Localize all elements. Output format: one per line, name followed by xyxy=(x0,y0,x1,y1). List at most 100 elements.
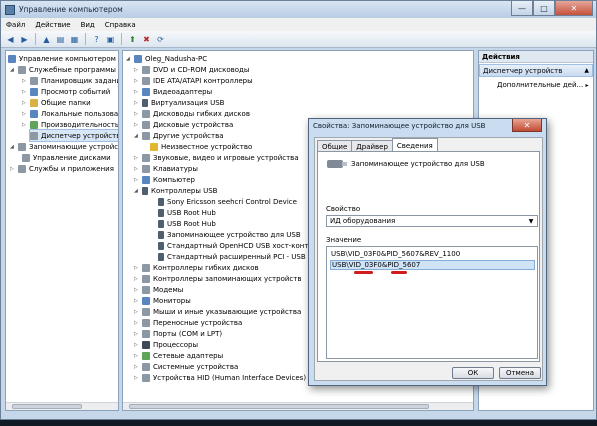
expand-icon[interactable]: ▷ xyxy=(134,298,140,304)
expand-icon[interactable]: ▷ xyxy=(134,67,140,73)
device-category[interactable]: ▷ Мыши и иные указывающие устройства xyxy=(134,306,301,317)
device-category[interactable]: ▷ Видеоадаптеры xyxy=(134,86,212,97)
up-folder-icon[interactable]: ▲ xyxy=(41,34,52,45)
device-item[interactable]: Sony Ericsson seehcri Control Device xyxy=(158,196,297,207)
device-category[interactable]: ▷ DVD и CD-ROM дисководы xyxy=(134,64,249,75)
expand-icon[interactable]: ▷ xyxy=(22,89,28,95)
device-category[interactable]: ▷ Модемы xyxy=(134,284,183,295)
device-root[interactable]: ◢ Oleg_Nadusha-PC xyxy=(126,53,207,64)
value-list[interactable]: USB\VID_03F0&PID_5607&REV_1100 USB\VID_0… xyxy=(326,246,538,359)
collapse-icon[interactable]: ◢ xyxy=(134,133,140,139)
actions-section-device-manager[interactable]: Диспетчер устройств ▲ xyxy=(479,64,593,77)
device-category[interactable]: ▷ Дисководы гибких дисков xyxy=(134,108,250,119)
expand-icon[interactable]: ▷ xyxy=(134,320,140,326)
more-actions-link[interactable]: Дополнительные дей... ▸ xyxy=(497,81,588,89)
collapse-icon[interactable]: ◢ xyxy=(126,56,132,62)
device-category[interactable]: ▷ Мониторы xyxy=(134,295,191,306)
properties-icon[interactable]: ▦ xyxy=(69,34,80,45)
device-item[interactable]: Неизвестное устройство xyxy=(150,141,252,152)
tree-item-task-scheduler[interactable]: ▷ Планировщик задани xyxy=(22,75,118,86)
expand-icon[interactable]: ▷ xyxy=(134,309,140,315)
dialog-close-button[interactable]: ✕ xyxy=(512,119,542,132)
scroll-thumb[interactable] xyxy=(129,404,429,409)
menu-file[interactable]: Файл xyxy=(1,21,30,29)
scan-hardware-icon[interactable]: ⟳ xyxy=(155,34,166,45)
expand-icon[interactable]: ▷ xyxy=(134,122,140,128)
update-driver-icon[interactable]: ⬆ xyxy=(127,34,138,45)
collapse-icon[interactable]: ◢ xyxy=(10,144,16,150)
expand-icon[interactable]: ▷ xyxy=(134,155,140,161)
tree-item-performance[interactable]: ▷ Производительность xyxy=(22,119,118,130)
back-icon[interactable]: ◀ xyxy=(5,34,16,45)
tree-item-services[interactable]: ▷ Службы и приложения xyxy=(10,163,114,174)
device-category[interactable]: ▷ Клавиатуры xyxy=(134,163,198,174)
forward-icon[interactable]: ▶ xyxy=(19,34,30,45)
device-category[interactable]: ◢ Другие устройства xyxy=(134,130,224,141)
device-category[interactable]: ▷ Компьютер xyxy=(134,174,195,185)
uninstall-icon[interactable]: ✖ xyxy=(141,34,152,45)
device-category[interactable]: ▷ Процессоры xyxy=(134,339,198,350)
collapse-icon[interactable]: ▲ xyxy=(584,67,589,74)
device-category[interactable]: ◢ Контроллеры USB xyxy=(134,185,217,196)
tree-item-storage[interactable]: ◢ Запоминающие устройст xyxy=(10,141,118,152)
expand-icon[interactable]: ▷ xyxy=(22,122,28,128)
expand-icon[interactable]: ▷ xyxy=(134,166,140,172)
device-item[interactable]: Стандартный расширенный PCI - USB хост xyxy=(158,251,324,262)
tree-item-computer-management[interactable]: Управление компьютером (л xyxy=(8,53,118,64)
device-category[interactable]: ▷ Переносные устройства xyxy=(134,317,242,328)
device-category[interactable]: ▷ Сетевые адаптеры xyxy=(134,350,223,361)
device-item[interactable]: USB Root Hub xyxy=(158,218,216,229)
device-category[interactable]: ▷ IDE ATA/ATAPI контроллеры xyxy=(134,75,253,86)
expand-icon[interactable]: ▷ xyxy=(22,78,28,84)
device-item[interactable]: Стандартный OpenHCD USB хост-контролл xyxy=(158,240,326,251)
cancel-button[interactable]: Отмена xyxy=(499,367,541,379)
horizontal-scrollbar[interactable] xyxy=(6,402,118,410)
tab-details[interactable]: Сведения xyxy=(391,138,438,152)
device-category[interactable]: ▷ Контроллеры гибких дисков xyxy=(134,262,259,273)
help-icon[interactable]: ? xyxy=(91,34,102,45)
expand-icon[interactable]: ▷ xyxy=(134,375,140,381)
tree-item-system-tools[interactable]: ◢ Служебные программы xyxy=(10,64,116,75)
expand-icon[interactable]: ▷ xyxy=(134,353,140,359)
collapse-icon[interactable]: ◢ xyxy=(10,67,16,73)
expand-icon[interactable]: ▷ xyxy=(134,78,140,84)
device-category[interactable]: ▷ Системные устройства xyxy=(134,361,238,372)
show-tree-icon[interactable]: ▤ xyxy=(55,34,66,45)
horizontal-scrollbar[interactable] xyxy=(123,402,473,410)
expand-icon[interactable]: ▷ xyxy=(134,89,140,95)
expand-icon[interactable]: ▷ xyxy=(134,331,140,337)
expand-icon[interactable]: ▷ xyxy=(22,100,28,106)
list-item-selected[interactable]: USB\VID_03F0&PID_5607 xyxy=(330,260,535,270)
chevron-down-icon[interactable]: ▼ xyxy=(526,217,536,225)
expand-icon[interactable]: ▷ xyxy=(134,100,140,106)
tree-item-shared-folders[interactable]: ▷ Общие папки xyxy=(22,97,91,108)
expand-icon[interactable]: ▷ xyxy=(134,111,140,117)
expand-icon[interactable]: ▷ xyxy=(22,111,28,117)
list-item[interactable]: USB\VID_03F0&PID_5607&REV_1100 xyxy=(330,249,535,259)
maximize-button[interactable]: □ xyxy=(533,1,555,16)
expand-icon[interactable]: ▷ xyxy=(10,166,16,172)
property-select[interactable]: ИД оборудования ▼ xyxy=(326,215,538,227)
device-category[interactable]: ▷ Устройства HID (Human Interface Devices… xyxy=(134,372,306,383)
device-category[interactable]: ▷ Порты (COM и LPT) xyxy=(134,328,222,339)
minimize-button[interactable]: — xyxy=(511,1,533,16)
menu-action[interactable]: Действие xyxy=(30,21,75,29)
ok-button[interactable]: ОК xyxy=(452,367,494,379)
tree-item-event-viewer[interactable]: ▷ Просмотр событий xyxy=(22,86,110,97)
collapse-icon[interactable]: ◢ xyxy=(134,188,140,194)
expand-icon[interactable]: ▷ xyxy=(134,177,140,183)
scroll-thumb[interactable] xyxy=(12,404,82,409)
device-item[interactable]: USB Root Hub xyxy=(158,207,216,218)
expand-icon[interactable]: ▷ xyxy=(134,265,140,271)
device-category[interactable]: ▷ Звуковые, видео и игровые устройства xyxy=(134,152,299,163)
device-category[interactable]: ▷ Контроллеры запоминающих устройств xyxy=(134,273,301,284)
expand-icon[interactable]: ▷ xyxy=(134,364,140,370)
device-category[interactable]: ▷ Дисковые устройства xyxy=(134,119,233,130)
expand-icon[interactable]: ▷ xyxy=(134,287,140,293)
menu-view[interactable]: Вид xyxy=(76,21,100,29)
device-item[interactable]: Запоминающее устройство для USB xyxy=(158,229,301,240)
view-icon[interactable]: ▣ xyxy=(105,34,116,45)
close-button[interactable]: ✕ xyxy=(555,1,593,16)
menu-help[interactable]: Справка xyxy=(100,21,141,29)
device-category[interactable]: ▷ Виртуализация USB xyxy=(134,97,224,108)
